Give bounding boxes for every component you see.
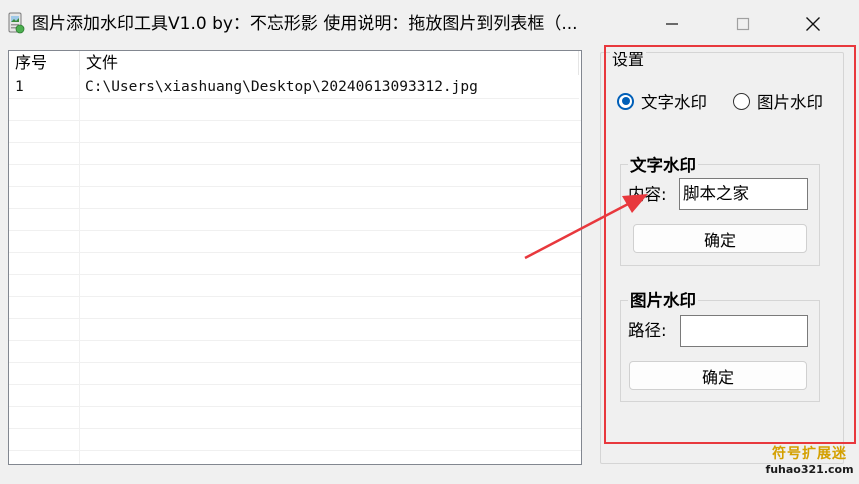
row-file-path: C:\Users\xiashuang\Desktop\2024061309331… bbox=[85, 79, 478, 95]
grid-line bbox=[9, 208, 581, 209]
watermark-url: fuhao321.com bbox=[765, 463, 854, 476]
column-header-file[interactable]: 文件 bbox=[86, 53, 118, 73]
file-list[interactable]: 序号 文件 1 C:\Users\xiashuang\Desktop\20240… bbox=[8, 50, 582, 465]
grid-line bbox=[9, 186, 581, 187]
annotation-highlight-box bbox=[604, 45, 856, 444]
grid-line bbox=[9, 362, 581, 363]
close-icon bbox=[806, 17, 820, 31]
grid-line bbox=[9, 428, 581, 429]
maximize-icon bbox=[736, 17, 750, 31]
site-watermark: 符号扩展迷 fuhao321.com bbox=[762, 445, 857, 481]
grid-line bbox=[9, 450, 581, 451]
row-index: 1 bbox=[15, 79, 24, 95]
close-button[interactable] bbox=[784, 0, 842, 48]
column-divider[interactable] bbox=[79, 51, 80, 75]
app-icon bbox=[8, 12, 25, 34]
maximize-button[interactable] bbox=[714, 0, 772, 48]
grid-line bbox=[9, 274, 581, 275]
column-divider[interactable] bbox=[578, 51, 579, 75]
grid-line bbox=[9, 120, 581, 121]
grid-line bbox=[9, 340, 581, 341]
minimize-button[interactable] bbox=[643, 0, 701, 48]
grid-line bbox=[9, 318, 581, 319]
grid-line bbox=[9, 164, 581, 165]
window-title: 图片添加水印工具V1.0 by：不忘形影 使用说明：拖放图片到列表框（... bbox=[32, 14, 578, 34]
watermark-name: 符号扩展迷 bbox=[772, 446, 847, 462]
grid-line bbox=[9, 252, 581, 253]
minimize-icon bbox=[666, 23, 678, 25]
grid-line bbox=[9, 296, 581, 297]
column-header-index[interactable]: 序号 bbox=[15, 53, 47, 73]
table-row[interactable]: 1 C:\Users\xiashuang\Desktop\20240613093… bbox=[9, 76, 579, 99]
grid-line bbox=[9, 230, 581, 231]
grid-line bbox=[9, 142, 581, 143]
title-bar[interactable]: 图片添加水印工具V1.0 by：不忘形影 使用说明：拖放图片到列表框（... bbox=[0, 0, 859, 48]
grid-line bbox=[9, 406, 581, 407]
grid-line bbox=[9, 384, 581, 385]
list-header: 序号 文件 bbox=[9, 51, 581, 75]
